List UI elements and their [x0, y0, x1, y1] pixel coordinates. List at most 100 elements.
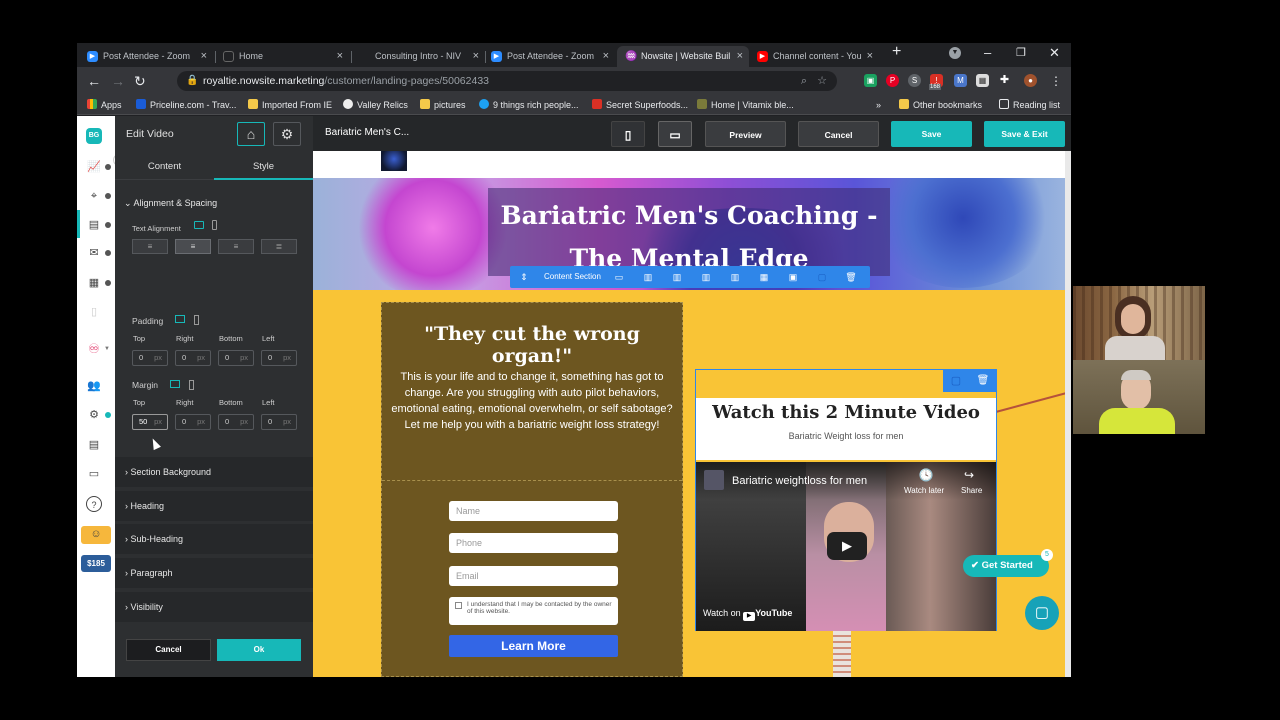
- align-justify-button[interactable]: ≣: [261, 239, 297, 254]
- search-icon[interactable]: ⌕: [801, 71, 807, 91]
- minimize-button[interactable]: –: [984, 45, 991, 60]
- bookmark-imported-from-ie[interactable]: Imported From IE: [248, 98, 332, 112]
- ok-button[interactable]: Ok: [217, 639, 301, 661]
- consent-checkbox[interactable]: [455, 602, 462, 609]
- layout-3-icon[interactable]: ▥: [668, 270, 686, 284]
- layout-6-icon[interactable]: ▦: [755, 270, 773, 284]
- bookmark-apps[interactable]: Apps: [87, 98, 122, 112]
- back-icon[interactable]: ←: [87, 72, 101, 90]
- desktop-icon[interactable]: [175, 315, 185, 323]
- grid-extension-icon[interactable]: ▦: [976, 74, 989, 87]
- share-icon[interactable]: ↪: [964, 468, 974, 482]
- credit-balance-badge[interactable]: $185: [81, 555, 111, 572]
- youtube-embed[interactable]: Bariatric weightloss for men 🕓 Watch lat…: [696, 462, 996, 631]
- alignment-spacing-header[interactable]: ⌄ Alignment & Spacing: [124, 198, 217, 209]
- trash-icon[interactable]: 🗑: [969, 370, 997, 392]
- move-icon[interactable]: ⇕: [515, 270, 533, 284]
- yt-video-title[interactable]: Bariatric weightloss for men: [732, 475, 867, 487]
- accordion-visibility[interactable]: › Visibility: [115, 592, 313, 622]
- reload-icon[interactable]: ↻: [134, 72, 146, 90]
- close-icon[interactable]: ×: [603, 46, 609, 67]
- more-bookmarks-button[interactable]: »: [876, 98, 881, 112]
- participant-video-2[interactable]: [1073, 360, 1205, 434]
- margin-bottom-input[interactable]: 0 px: [218, 414, 254, 430]
- align-center-button[interactable]: ≡: [175, 239, 211, 254]
- notes-icon[interactable]: ▤: [86, 437, 102, 453]
- play-button[interactable]: ▶: [827, 532, 867, 560]
- tab-post-attendee-zoom-1[interactable]: ▶ Post Attendee - Zoom ×: [87, 46, 213, 67]
- desktop-icon[interactable]: [170, 380, 180, 388]
- m-extension-icon[interactable]: M: [954, 74, 967, 87]
- clock-icon[interactable]: 🕓: [916, 468, 936, 482]
- preview-button[interactable]: Preview: [705, 121, 786, 147]
- video-title[interactable]: Watch this 2 Minute Video: [696, 402, 996, 423]
- contacts-icon[interactable]: 👥: [86, 378, 102, 394]
- margin-right-input[interactable]: 0 px: [175, 414, 211, 430]
- chat-bubble-icon[interactable]: ▢: [1025, 596, 1059, 630]
- chevron-down-icon[interactable]: ▼: [949, 47, 961, 59]
- wallet-icon[interactable]: ▭: [86, 466, 102, 482]
- padding-left-input[interactable]: 0 px: [261, 350, 297, 366]
- document-icon[interactable]: ▯: [86, 304, 102, 320]
- mail-icon[interactable]: ✉: [86, 245, 111, 261]
- phone-input[interactable]: Phone: [449, 533, 618, 553]
- bookmark-pictures[interactable]: pictures: [420, 98, 466, 112]
- tab-home[interactable]: Home ×: [223, 46, 349, 67]
- padding-bottom-input[interactable]: 0 px: [218, 350, 254, 366]
- copy-icon[interactable]: ▢: [943, 370, 969, 392]
- participant-video-1[interactable]: [1073, 286, 1205, 360]
- trash-icon[interactable]: 🗑: [842, 270, 860, 284]
- name-input[interactable]: Name: [449, 501, 618, 521]
- close-icon[interactable]: ×: [867, 46, 873, 67]
- cancel-editor-button[interactable]: Cancel: [798, 121, 879, 147]
- watch-on-youtube[interactable]: Watch on ▶ YouTube: [703, 608, 792, 621]
- s-extension-icon[interactable]: S: [908, 74, 921, 87]
- accordion-paragraph[interactable]: › Paragraph: [115, 558, 313, 588]
- puzzle-icon[interactable]: ✚: [998, 74, 1011, 87]
- learn-more-button[interactable]: Learn More: [449, 635, 618, 657]
- maximize-button[interactable]: ❐: [1016, 46, 1026, 59]
- video-widget[interactable]: ▢ 🗑 Watch this 2 Minute Video Bariatric …: [695, 369, 997, 631]
- save-section-icon[interactable]: ▣: [784, 270, 802, 284]
- tab-consulting-intro[interactable]: Consulting Intro - NIV ×: [359, 46, 485, 67]
- vertical-scrollbar[interactable]: [1065, 151, 1071, 677]
- mobile-icon[interactable]: [194, 315, 199, 325]
- bookmark-valley-relics[interactable]: Valley Relics: [343, 98, 408, 112]
- pinterest-icon[interactable]: P: [886, 74, 899, 87]
- close-icon[interactable]: ×: [737, 46, 743, 67]
- share-button[interactable]: Share: [961, 486, 982, 495]
- help-icon[interactable]: ?: [86, 496, 102, 512]
- support-agent-icon[interactable]: ☺: [81, 526, 111, 544]
- margin-left-input[interactable]: 0 px: [261, 414, 297, 430]
- mobile-icon[interactable]: [212, 220, 217, 230]
- mobile-icon[interactable]: [189, 380, 194, 390]
- automation-icon[interactable]: ⚙: [86, 407, 111, 423]
- content-card[interactable]: "They cut the wrong organ!" This is your…: [381, 302, 683, 677]
- forward-icon[interactable]: →: [111, 72, 125, 90]
- tab-post-attendee-zoom-2[interactable]: ▶ Post Attendee - Zoom ×: [491, 46, 615, 67]
- tab-nowsite[interactable]: ♒ Nowsite | Website Buil ×: [617, 46, 749, 67]
- desktop-view-button[interactable]: ▭: [658, 121, 692, 147]
- accordion-heading[interactable]: › Heading: [115, 491, 313, 521]
- layout-5-icon[interactable]: ▥: [726, 270, 744, 284]
- email-input[interactable]: Email: [449, 566, 618, 586]
- tab-youtube-channel[interactable]: ▶ Channel content - You ×: [757, 46, 879, 67]
- forms-icon[interactable]: ▦: [86, 275, 111, 291]
- watch-later-button[interactable]: Watch later: [904, 486, 944, 495]
- accordion-sub-heading[interactable]: › Sub-Heading: [115, 524, 313, 554]
- save-exit-button[interactable]: Save & Exit: [984, 121, 1065, 147]
- copy-icon[interactable]: ▢: [813, 270, 831, 284]
- close-icon[interactable]: ×: [201, 46, 207, 67]
- padding-right-input[interactable]: 0 px: [175, 350, 211, 366]
- avatar[interactable]: BG: [86, 128, 102, 144]
- gear-icon[interactable]: ⚙: [273, 122, 301, 146]
- card-title[interactable]: "They cut the wrong organ!": [382, 323, 682, 367]
- tab-style[interactable]: Style: [214, 154, 313, 180]
- home-icon[interactable]: ⌂: [237, 122, 265, 146]
- pages-icon[interactable]: ▤: [86, 217, 111, 233]
- channel-avatar[interactable]: [704, 470, 724, 490]
- bookmark-9-things[interactable]: 9 things rich people...: [479, 98, 579, 112]
- cancel-button[interactable]: Cancel: [126, 639, 211, 661]
- mobile-view-button[interactable]: ▯: [611, 121, 645, 147]
- bookmark-priceline[interactable]: Priceline.com - Trav...: [136, 98, 236, 112]
